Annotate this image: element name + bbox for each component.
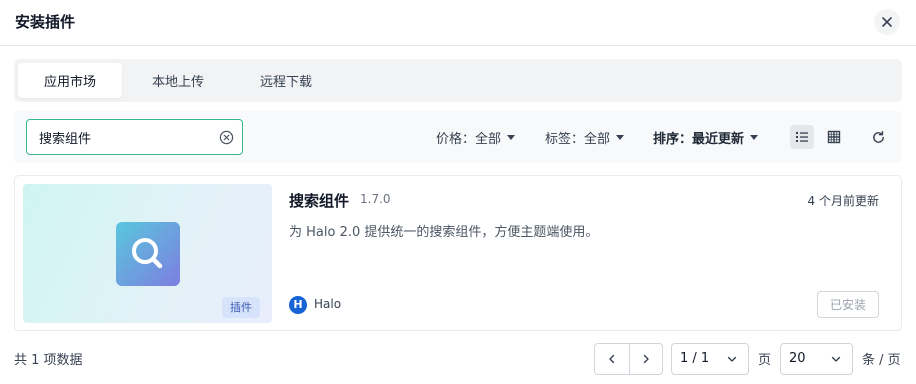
plugin-name[interactable]: 搜索组件 (289, 190, 349, 211)
plugin-card[interactable]: 插件 搜索组件 1.7.0 4 个月前更新 为 Halo 2.0 提供统一的搜索… (14, 175, 902, 331)
page-size-value: 20 (789, 351, 806, 366)
total-count: 共 1 项数据 (14, 353, 83, 368)
installed-button[interactable]: 已安装 (817, 291, 879, 318)
price-filter[interactable]: 价格： 全部 (436, 127, 516, 147)
refresh-icon (872, 130, 884, 143)
tag-filter-value: 全部 (584, 131, 611, 147)
sort-filter-value: 最近更新 (692, 131, 745, 147)
plugin-type-badge: 插件 (222, 297, 260, 318)
tag-filter-label: 标签： (545, 131, 585, 147)
search-magnifier-icon (132, 238, 163, 269)
next-page-button[interactable] (628, 344, 663, 374)
page-select-value: 1 / 1 (680, 351, 710, 366)
tab-app-market[interactable]: 应用市场 (18, 63, 122, 98)
chevron-left-icon (609, 354, 614, 364)
search-box (26, 119, 243, 155)
sort-filter[interactable]: 排序： 最近更新 (653, 127, 759, 147)
chevron-right-icon (643, 354, 649, 364)
install-plugin-dialog: 安装插件 应用市场 本地上传 远程下载 价格： 全部 标签： 全部 (0, 0, 916, 384)
author-logo: H (289, 296, 307, 314)
page-size-select[interactable]: 20 (780, 343, 853, 375)
chevron-down-icon (831, 356, 841, 362)
filter-toolbar: 价格： 全部 标签： 全部 排序： 最近更新 (14, 111, 902, 163)
close-icon (882, 17, 892, 27)
price-filter-value: 全部 (475, 131, 502, 147)
grid-view-icon (827, 130, 841, 144)
tag-filter[interactable]: 标签： 全部 (545, 127, 625, 147)
sort-filter-label: 排序： (653, 131, 693, 147)
clear-circle-icon[interactable] (219, 130, 234, 145)
tab-local-upload[interactable]: 本地上传 (126, 63, 230, 98)
caret-down-icon (507, 134, 516, 140)
chevron-down-icon (727, 356, 737, 362)
caret-down-icon (750, 134, 759, 140)
price-filter-label: 价格： (436, 131, 476, 147)
search-input[interactable] (39, 127, 209, 147)
prev-page-button[interactable] (595, 344, 629, 374)
author-name[interactable]: Halo (314, 297, 341, 311)
grid-view-button[interactable] (822, 125, 846, 149)
plugin-description: 为 Halo 2.0 提供统一的搜索组件，方便主题端使用。 (289, 225, 599, 240)
author-logo-letter: H (293, 298, 303, 311)
page-size-label: 条 / 页 (862, 353, 901, 368)
plugin-updated-time: 4 个月前更新 (807, 194, 879, 208)
pager-nav (594, 343, 663, 375)
dialog-header: 安装插件 (0, 0, 916, 46)
close-button[interactable] (874, 9, 900, 35)
tab-remote-download[interactable]: 远程下载 (234, 63, 338, 98)
refresh-button[interactable] (866, 125, 890, 149)
page-label: 页 (758, 353, 772, 368)
caret-down-icon (616, 134, 625, 140)
plugin-version: 1.7.0 (360, 192, 391, 206)
list-view-icon (796, 132, 808, 142)
plugin-thumbnail: 插件 (23, 184, 272, 323)
list-view-button[interactable] (790, 125, 814, 149)
source-tabs: 应用市场 本地上传 远程下载 (14, 59, 902, 102)
page-select[interactable]: 1 / 1 (671, 343, 749, 375)
plugin-logo (116, 222, 180, 286)
dialog-title: 安装插件 (15, 13, 76, 31)
